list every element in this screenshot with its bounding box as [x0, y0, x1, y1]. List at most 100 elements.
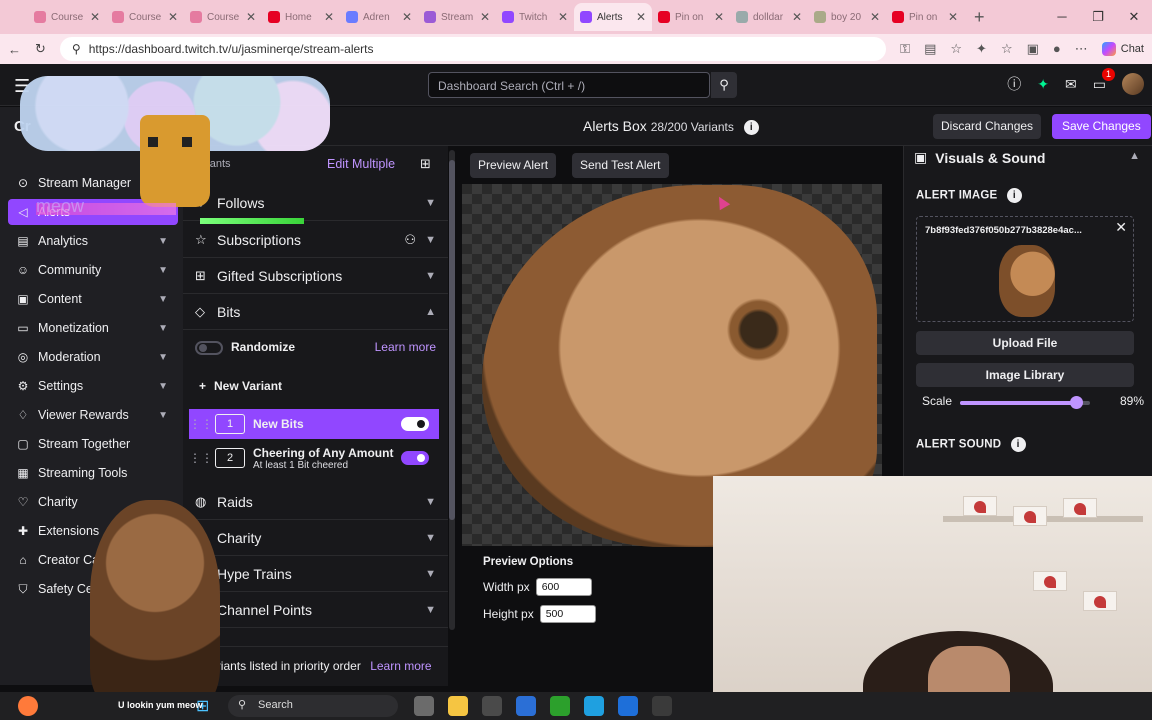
chevron-down-icon[interactable]: ▼ — [425, 568, 436, 580]
key-icon[interactable]: ⚿ — [900, 41, 910, 57]
variant-enabled-toggle[interactable] — [401, 451, 429, 465]
sparkle-icon[interactable]: ✦ — [1037, 76, 1049, 93]
favorite-star-icon[interactable]: ☆ — [950, 41, 962, 57]
site-info-icon[interactable]: ⚲ — [72, 42, 81, 56]
taskbar-search[interactable]: ⚲ Search — [228, 695, 398, 717]
tab-close-icon[interactable]: ✕ — [948, 10, 958, 24]
drag-handle-icon[interactable]: ⋮⋮ — [189, 417, 213, 431]
browser-tab[interactable]: Stream ✕ — [418, 3, 496, 31]
chevron-down-icon[interactable]: ▼ — [158, 294, 168, 305]
discard-changes-button[interactable]: Discard Changes — [933, 114, 1042, 139]
weather-icon[interactable] — [18, 696, 38, 716]
browser-tab[interactable]: Twitch ✕ — [496, 3, 574, 31]
section-hype-trains[interactable]: ▥Hype Trains▼ — [183, 556, 448, 592]
copilot-chat-button[interactable]: Chat — [1101, 42, 1144, 56]
task-view-icon[interactable] — [414, 696, 434, 716]
info-icon[interactable]: i — [743, 119, 759, 135]
tab-close-icon[interactable]: ✕ — [792, 10, 802, 24]
scale-slider-handle[interactable] — [1069, 396, 1083, 409]
chevron-down-icon[interactable]: ▼ — [425, 496, 436, 508]
extensions-icon[interactable]: ✦ — [976, 41, 987, 57]
preview-alert-button[interactable]: Preview Alert — [470, 153, 557, 178]
alert-sound-info-icon[interactable]: i — [1010, 437, 1026, 452]
variants-scrollbar[interactable] — [449, 150, 455, 630]
tab-close-icon[interactable]: ✕ — [90, 10, 100, 24]
chevron-down-icon[interactable]: ▼ — [158, 236, 168, 247]
tab-close-icon[interactable]: ✕ — [636, 10, 646, 24]
add-variant-icon[interactable]: ⊞ — [420, 156, 431, 172]
tab-close-icon[interactable]: ✕ — [558, 10, 568, 24]
close-window-button[interactable]: ✕ — [1116, 0, 1152, 34]
browser-tab[interactable]: Home ✕ — [262, 3, 340, 31]
variant-enabled-toggle[interactable] — [401, 417, 429, 431]
inbox-icon[interactable]: ✉ — [1065, 76, 1077, 93]
subscriber-settings-icon[interactable]: ⚇ — [404, 232, 416, 248]
browser-tab[interactable]: Pin on ✕ — [886, 3, 964, 31]
section-raids[interactable]: ◍ Raids ▼ — [183, 484, 448, 520]
save-changes-button[interactable]: Save Changes — [1052, 114, 1151, 139]
obs-icon[interactable] — [652, 696, 672, 716]
browser-tab[interactable]: dolldar ✕ — [730, 3, 808, 31]
more-menu-icon[interactable]: ⋯ — [1075, 41, 1088, 57]
outlook-icon[interactable] — [618, 696, 638, 716]
minimize-button[interactable]: ─ — [1044, 0, 1080, 34]
chevron-down-icon[interactable]: ▼ — [158, 323, 168, 334]
collections-icon[interactable]: ▣ — [1027, 41, 1039, 57]
browser-tab[interactable]: Course ✕ — [184, 3, 262, 31]
browser-tab[interactable]: Pin on ✕ — [652, 3, 730, 31]
section-subscriptions[interactable]: ☆ Subscriptions ⚇ ▼ — [183, 222, 448, 258]
section-follows[interactable]: ♡Follows▼ — [183, 185, 448, 221]
learn-more-link[interactable]: Learn more — [375, 340, 436, 354]
randomize-toggle[interactable] — [195, 341, 223, 355]
file-explorer-icon[interactable] — [448, 696, 468, 716]
editor-icon[interactable] — [516, 696, 536, 716]
steam-icon[interactable] — [482, 696, 502, 716]
chevron-down-icon[interactable]: ▼ — [425, 604, 436, 616]
upload-file-button[interactable]: Upload File — [916, 331, 1134, 355]
chevron-down-icon[interactable]: ▼ — [425, 270, 436, 282]
chevron-down-icon[interactable]: ▼ — [425, 532, 436, 544]
url-field[interactable]: ⚲ https://dashboard.twitch.tv/u/jasminer… — [59, 37, 887, 61]
chevron-down-icon[interactable]: ▼ — [158, 352, 168, 363]
sidebar-item-content[interactable]: ▣ Content ▼ — [8, 286, 178, 312]
chevron-down-icon[interactable]: ▼ — [425, 197, 436, 209]
new-tab-button[interactable]: + — [974, 7, 985, 28]
search-icon[interactable]: ⚲ — [711, 72, 737, 98]
chevron-down-icon[interactable]: ▼ — [158, 265, 168, 276]
tab-close-icon[interactable]: ✕ — [480, 10, 490, 24]
section-channel-points[interactable]: ◌Channel Points▼ — [183, 592, 448, 628]
xbox-icon[interactable] — [550, 696, 570, 716]
sidebar-item-analytics[interactable]: ▤ Analytics ▼ — [8, 228, 178, 254]
sidebar-item-moderation[interactable]: ◎ Moderation ▼ — [8, 344, 178, 370]
drag-handle-icon[interactable]: ⋮⋮ — [189, 451, 213, 465]
profile-icon[interactable]: ● — [1053, 41, 1061, 57]
send-test-alert-button[interactable]: Send Test Alert — [572, 153, 669, 178]
browser-tab[interactable]: boy 20 ✕ — [808, 3, 886, 31]
reload-icon[interactable]: ↻ — [35, 41, 46, 57]
browser-tab[interactable]: Course ✕ — [106, 3, 184, 31]
browser-tab[interactable]: Alerts ✕ — [574, 3, 652, 31]
new-variant-button[interactable]: + New Variant — [199, 379, 282, 393]
browser-tab[interactable]: Adren ✕ — [340, 3, 418, 31]
edit-multiple-link[interactable]: Edit Multiple — [327, 157, 395, 171]
reader-icon[interactable]: ▤ — [924, 41, 936, 57]
sidebar-item-monetization[interactable]: ▭ Monetization ▼ — [8, 315, 178, 341]
section-bits[interactable]: ◇ Bits ▲ — [183, 294, 448, 330]
back-icon[interactable]: ← — [8, 42, 21, 57]
width-input[interactable]: 600 — [535, 578, 592, 596]
image-dropzone[interactable]: 7b8f93fed376f050b277b3828e4ac... ✕ — [916, 216, 1134, 322]
dashboard-search-input[interactable]: Dashboard Search (Ctrl + /) — [428, 72, 710, 98]
image-library-button[interactable]: Image Library — [916, 363, 1134, 387]
scale-slider[interactable] — [960, 396, 1090, 409]
edge-icon[interactable] — [584, 696, 604, 716]
chevron-up-icon[interactable]: ▲ — [425, 306, 436, 318]
chevron-down-icon[interactable]: ▼ — [158, 410, 168, 421]
tab-close-icon[interactable]: ✕ — [870, 10, 880, 24]
variant-row[interactable]: ⋮⋮ 2 Cheering of Any Amount At least 1 Bit … — [189, 443, 439, 473]
maximize-button[interactable]: ❐ — [1080, 0, 1116, 34]
tab-close-icon[interactable]: ✕ — [246, 10, 256, 24]
section-charity[interactable]: ♡Charity▼ — [183, 520, 448, 556]
browser-tab[interactable]: Course ✕ — [28, 3, 106, 31]
chevron-up-icon[interactable]: ▲ — [1129, 150, 1140, 162]
notifications-icon[interactable]: ▭ 1 — [1093, 67, 1115, 93]
